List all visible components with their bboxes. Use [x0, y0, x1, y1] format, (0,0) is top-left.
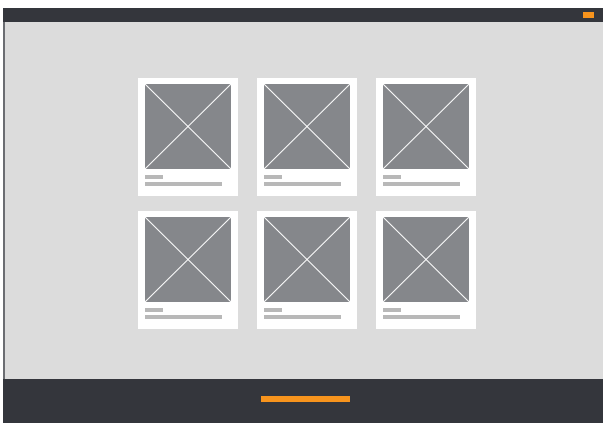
gallery-card[interactable]: [138, 211, 238, 329]
card-title-placeholder: [145, 175, 163, 179]
card-title-placeholder: [145, 308, 163, 312]
bottom-bar: [3, 379, 603, 423]
gallery-card[interactable]: [376, 78, 476, 196]
image-placeholder-icon: [383, 217, 469, 302]
card-title-placeholder: [264, 175, 282, 179]
card-caption-placeholder: [145, 182, 222, 186]
gallery-card[interactable]: [257, 211, 357, 329]
card-caption-placeholder: [264, 182, 341, 186]
gallery-grid: [138, 78, 478, 330]
card-title-placeholder: [383, 308, 401, 312]
card-title-placeholder: [383, 175, 401, 179]
card-caption-placeholder: [383, 315, 460, 319]
card-caption-placeholder: [264, 315, 341, 319]
image-placeholder-icon: [145, 217, 231, 302]
top-bar: [3, 8, 603, 22]
top-bar-accent-button[interactable]: [583, 12, 594, 18]
gallery-card[interactable]: [257, 78, 357, 196]
image-placeholder-icon: [264, 84, 350, 169]
card-caption-placeholder: [145, 315, 222, 319]
card-title-placeholder: [264, 308, 282, 312]
left-edge: [3, 22, 5, 379]
image-placeholder-icon: [264, 217, 350, 302]
image-placeholder-icon: [383, 84, 469, 169]
image-placeholder-icon: [145, 84, 231, 169]
gallery-card[interactable]: [138, 78, 238, 196]
card-caption-placeholder: [383, 182, 460, 186]
app-window: [3, 8, 603, 423]
gallery-card[interactable]: [376, 211, 476, 329]
primary-action-button[interactable]: [261, 396, 350, 402]
